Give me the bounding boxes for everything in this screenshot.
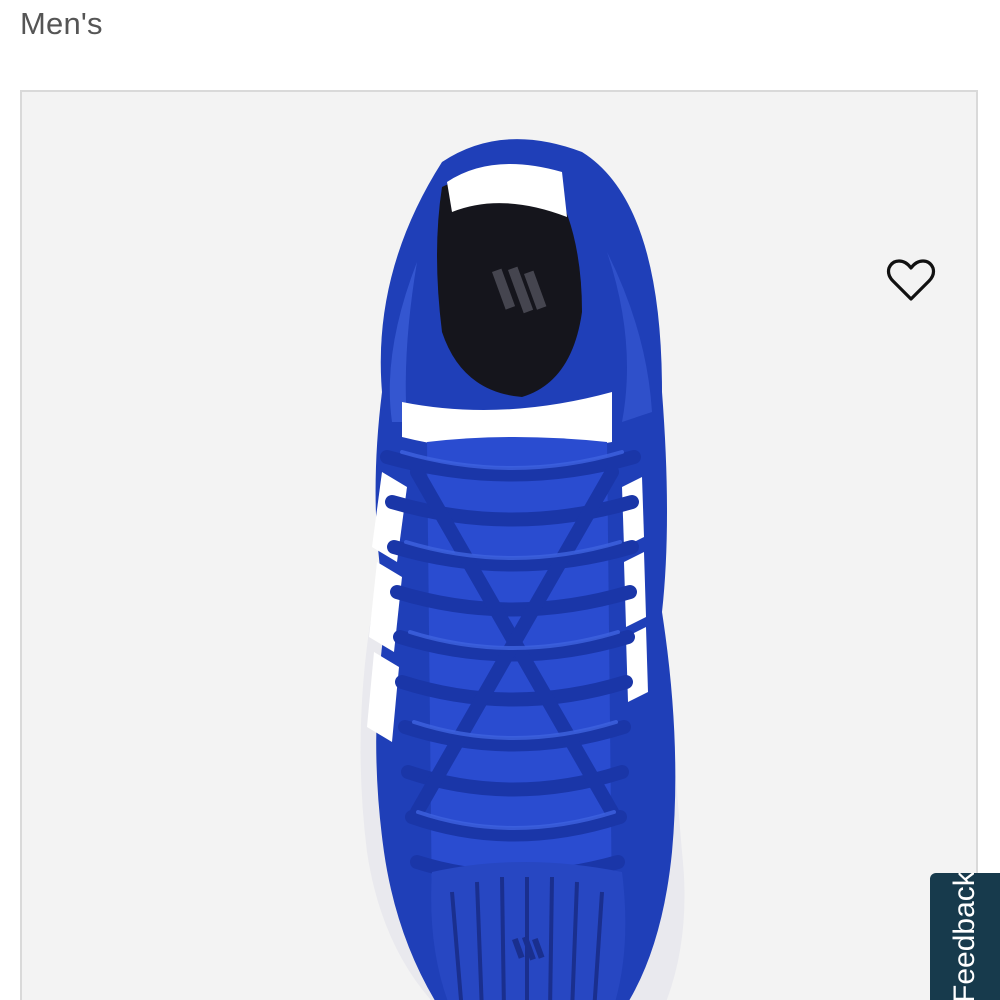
feedback-label: Feedback [948,873,981,1000]
product-category: Men's [20,6,103,41]
heart-outline-icon [886,259,936,301]
product-page: Men's Feedback [0,0,1000,1000]
product-image-frame[interactable] [20,90,978,1000]
wishlist-button[interactable] [880,252,942,308]
feedback-tab[interactable]: Feedback [930,873,1000,1000]
product-image [360,139,685,1000]
